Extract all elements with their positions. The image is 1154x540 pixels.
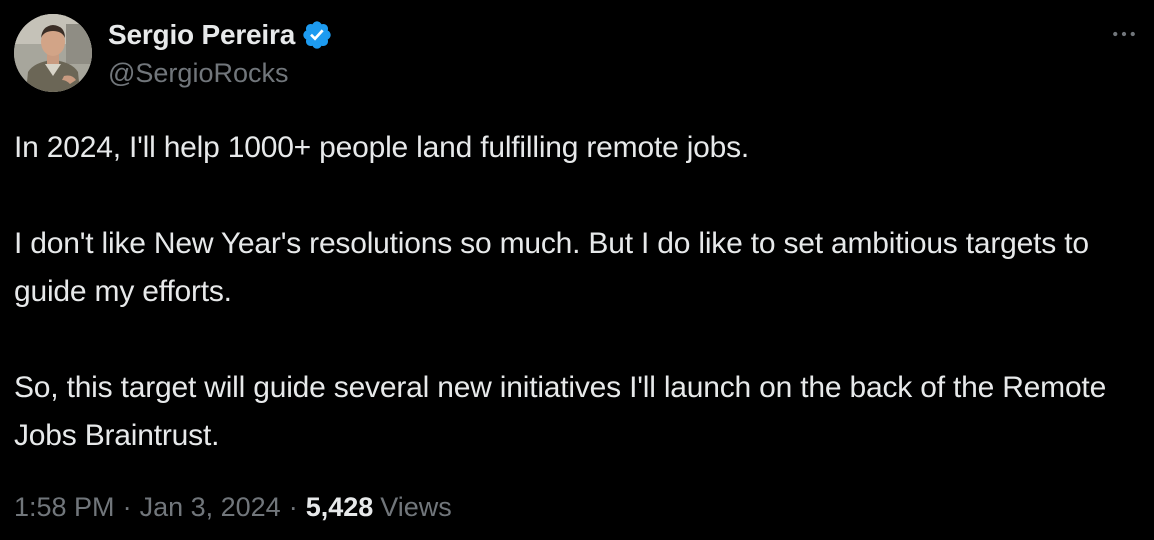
author-display-name[interactable]: Sergio Pereira [108, 19, 295, 51]
verified-badge-icon[interactable] [301, 19, 333, 51]
tweet-card: Sergio Pereira @SergioRocks In 2024, I'l… [0, 0, 1154, 540]
views-label: Views [380, 492, 452, 522]
tweet-paragraph-1: In 2024, I'll help 1000+ people land ful… [14, 131, 750, 164]
tweet-paragraph-3: So, this target will guide several new i… [14, 371, 1107, 452]
tweet-paragraph-2: I don't like New Year's resolutions so m… [14, 227, 1089, 308]
more-horizontal-icon [1113, 31, 1135, 37]
avatar[interactable] [14, 14, 92, 92]
meta-separator: · [288, 492, 298, 522]
tweet-date[interactable]: Jan 3, 2024 [140, 492, 281, 523]
tweet-text: In 2024, I'll help 1000+ people land ful… [14, 124, 1134, 460]
avatar-photo [14, 14, 92, 92]
tweet-metadata: 1:58 PM · Jan 3, 2024 · 5,428 Views [14, 492, 452, 523]
more-options-button[interactable] [1108, 18, 1140, 50]
meta-separator: · [122, 492, 132, 522]
views-count: 5,428 [305, 492, 374, 522]
author-handle[interactable]: @SergioRocks [108, 58, 288, 89]
author-name-row: Sergio Pereira [108, 17, 333, 53]
tweet-time[interactable]: 1:58 PM [14, 492, 115, 523]
